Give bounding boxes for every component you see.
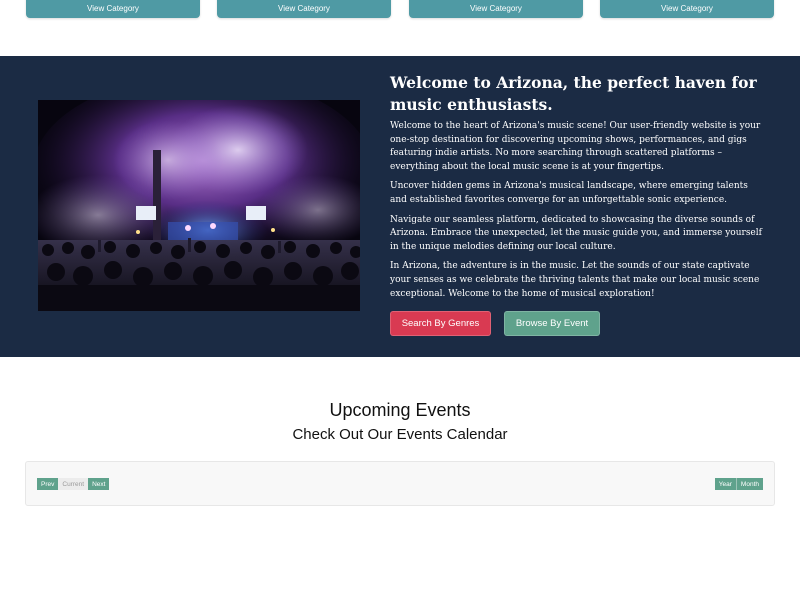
calendar-pager: Prev Current Next <box>37 478 110 490</box>
events-calendar: Prev Current Next Year Month <box>25 461 775 506</box>
browse-by-event-button[interactable]: Browse By Event <box>504 311 600 336</box>
current-button[interactable]: Current <box>58 478 89 490</box>
month-view-button[interactable]: Month <box>736 478 763 490</box>
hero-section: Welcome to Arizona, the perfect haven fo… <box>0 56 800 357</box>
hero-paragraph: Navigate our seamless platform, dedicate… <box>390 214 762 252</box>
calendar-view-switcher: Year Month <box>714 478 763 490</box>
view-category-button[interactable]: View Category <box>26 0 200 18</box>
concert-crowd-image <box>38 100 360 311</box>
view-category-button[interactable]: View Category <box>217 0 391 18</box>
view-category-button[interactable]: View Category <box>409 0 583 18</box>
category-buttons-row: View Category View Category View Categor… <box>0 0 800 20</box>
next-button[interactable]: Next <box>88 478 110 490</box>
hero-paragraph: Uncover hidden gems in Arizona's musical… <box>390 181 748 205</box>
prev-button[interactable]: Prev <box>37 478 59 490</box>
search-by-genres-button[interactable]: Search By Genres <box>390 311 491 336</box>
events-calendar-subtitle: Check Out Our Events Calendar <box>292 426 508 443</box>
upcoming-events-title: Upcoming Events <box>329 400 471 420</box>
year-view-button[interactable]: Year <box>714 478 736 490</box>
hero-text-block: Welcome to Arizona, the perfect haven fo… <box>390 72 762 307</box>
hero-paragraph: In Arizona, the adventure is in the musi… <box>390 261 760 299</box>
view-category-button[interactable]: View Category <box>600 0 774 18</box>
hero-title: Welcome to Arizona, the perfect haven fo… <box>390 73 757 114</box>
view-separator <box>735 478 737 490</box>
hero-paragraph: Welcome to the heart of Arizona's music … <box>390 121 761 172</box>
